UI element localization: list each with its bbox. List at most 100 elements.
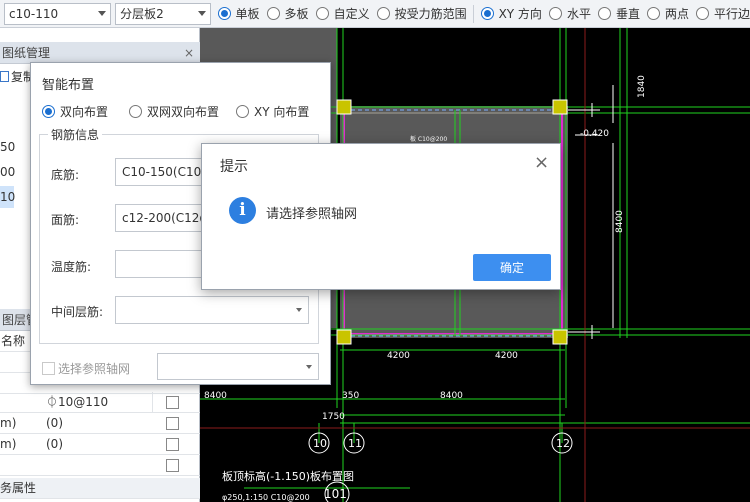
column-divider bbox=[152, 392, 153, 413]
option-label: 双网双向布置 bbox=[147, 105, 220, 119]
radio-icon[interactable] bbox=[42, 105, 55, 118]
column[interactable] bbox=[552, 329, 568, 345]
option-horizontal[interactable]: 水平 bbox=[548, 5, 591, 22]
layer-combo[interactable]: 分层板2 bbox=[115, 2, 211, 25]
close-icon[interactable]: × bbox=[534, 152, 549, 173]
list-item-label: 50 bbox=[0, 140, 16, 154]
radio-icon[interactable] bbox=[548, 7, 562, 20]
property-checkbox[interactable] bbox=[166, 417, 179, 430]
property-checkbox[interactable] bbox=[166, 396, 179, 409]
radio-icon[interactable] bbox=[266, 7, 280, 20]
option-double-mesh[interactable]: 双网双向布置 bbox=[129, 103, 219, 120]
table-row[interactable] bbox=[0, 455, 200, 476]
prompt-title: 提示 bbox=[220, 159, 248, 175]
option-parallel-edge[interactable]: 平行边 bbox=[695, 5, 750, 22]
list-item[interactable]: 50 bbox=[0, 140, 15, 154]
chevron-down-icon[interactable] bbox=[197, 11, 206, 16]
dimension-label: 4200 bbox=[387, 351, 410, 361]
option-label: 自定义 bbox=[333, 7, 370, 21]
checkbox-icon[interactable] bbox=[42, 362, 55, 375]
checkbox-label: 选择参照轴网 bbox=[58, 362, 131, 376]
rebar-info-title: 钢筋信息 bbox=[48, 126, 103, 143]
radio-icon[interactable] bbox=[315, 7, 329, 20]
radio-icon[interactable] bbox=[646, 7, 660, 20]
top-rebar-label: 面筋: bbox=[51, 213, 80, 227]
option-by-rebar-range[interactable]: 按受力筋范围 bbox=[376, 5, 467, 22]
close-icon[interactable]: × bbox=[184, 42, 194, 64]
property-checkbox[interactable] bbox=[166, 459, 179, 472]
dialog-title: 智能布置 bbox=[42, 78, 95, 93]
table-row[interactable]: m) (0) bbox=[0, 413, 200, 434]
option-label: XY 向布置 bbox=[254, 105, 310, 119]
option-multi-slab[interactable]: 多板 bbox=[266, 5, 309, 22]
option-label: XY 方向 bbox=[498, 7, 542, 21]
list-item-label: 10 bbox=[0, 190, 16, 204]
slab-tag: 板 C10@200 bbox=[410, 135, 447, 143]
dimension-label: 8400 bbox=[440, 391, 463, 401]
dimension-label: 8400 bbox=[204, 391, 227, 401]
property-value[interactable]: ⏀10@110 bbox=[46, 392, 108, 413]
radio-icon[interactable] bbox=[597, 7, 611, 20]
axis-number: 12 bbox=[556, 437, 570, 450]
table-row[interactable]: ⏀10@110 bbox=[0, 392, 200, 413]
list-item-selected[interactable]: 10 bbox=[0, 186, 16, 208]
option-label: 单板 bbox=[235, 7, 260, 21]
select-reference-axis-checkbox[interactable]: 选择参照轴网 bbox=[42, 360, 130, 377]
option-single-slab[interactable]: 单板 bbox=[217, 5, 260, 22]
option-label: 按受力筋范围 bbox=[394, 7, 467, 21]
drawing-note: φ250,1:150 C10@200 bbox=[222, 493, 310, 502]
info-icon: i bbox=[229, 197, 256, 224]
rebar-spec-combo[interactable]: c10-110 bbox=[4, 2, 112, 25]
option-custom[interactable]: 自定义 bbox=[315, 5, 370, 22]
option-xy-direction[interactable]: XY 方向 bbox=[480, 5, 542, 22]
radio-icon[interactable] bbox=[217, 7, 231, 20]
ok-button[interactable]: 确定 bbox=[473, 254, 551, 281]
list-item-label: 00 bbox=[0, 165, 16, 179]
radio-icon[interactable] bbox=[695, 7, 709, 20]
reference-axis-select[interactable] bbox=[157, 353, 319, 380]
column[interactable] bbox=[336, 99, 352, 115]
dimension-label: 350 bbox=[342, 391, 359, 401]
option-label: 平行边 bbox=[713, 7, 750, 21]
elevation-label: -0.420 bbox=[580, 129, 609, 139]
option-label: 水平 bbox=[566, 7, 591, 21]
option-xy-layout[interactable]: XY 向布置 bbox=[236, 103, 309, 120]
property-name: m) bbox=[0, 416, 17, 430]
bottom-rebar-label: 底筋: bbox=[51, 168, 80, 182]
drawing-title: 板顶标高(-1.150)板布置图 bbox=[222, 469, 354, 483]
option-label: 垂直 bbox=[615, 7, 640, 21]
option-vertical[interactable]: 垂直 bbox=[597, 5, 640, 22]
axis-number: 101 bbox=[324, 487, 347, 501]
chevron-down-icon[interactable] bbox=[306, 365, 312, 369]
option-bidirectional[interactable]: 双向布置 bbox=[42, 103, 108, 120]
column[interactable] bbox=[552, 99, 568, 115]
option-two-points[interactable]: 两点 bbox=[646, 5, 689, 22]
radio-icon[interactable] bbox=[236, 105, 249, 118]
temperature-rebar-label: 温度筋: bbox=[51, 260, 92, 274]
middle-rebar-select[interactable] bbox=[115, 296, 309, 324]
option-label: 双向布置 bbox=[60, 105, 109, 119]
radio-icon[interactable] bbox=[129, 105, 142, 118]
axis-number: 10 bbox=[313, 437, 327, 450]
column[interactable] bbox=[336, 329, 352, 345]
business-attributes-label: 务属性 bbox=[0, 481, 37, 495]
name-column-header: 名称 bbox=[1, 334, 26, 348]
list-item[interactable]: 00 bbox=[0, 165, 15, 179]
axis-ticks bbox=[568, 85, 614, 339]
option-label: 两点 bbox=[664, 7, 689, 21]
property-value[interactable]: (0) bbox=[46, 413, 63, 434]
property-checkbox[interactable] bbox=[166, 438, 179, 451]
copy-icon bbox=[0, 71, 9, 82]
property-value[interactable]: (0) bbox=[46, 434, 63, 455]
chevron-down-icon[interactable] bbox=[98, 11, 107, 16]
radio-icon[interactable] bbox=[376, 7, 390, 20]
prompt-dialog: 提示 × i 请选择参照轴网 确定 bbox=[201, 143, 561, 290]
chevron-down-icon[interactable] bbox=[296, 308, 302, 312]
property-toolbar: c10-110 分层板2 单板 多板 自定义 按受力筋范围 XY 方向 水平 垂… bbox=[0, 0, 750, 28]
business-attributes-row[interactable]: 务属性 bbox=[0, 478, 200, 499]
layer-value: 分层板2 bbox=[120, 7, 164, 21]
option-label: 多板 bbox=[284, 7, 309, 21]
dimension-label: 4200 bbox=[495, 351, 518, 361]
radio-icon[interactable] bbox=[480, 7, 494, 20]
table-row[interactable]: m) (0) bbox=[0, 434, 200, 455]
